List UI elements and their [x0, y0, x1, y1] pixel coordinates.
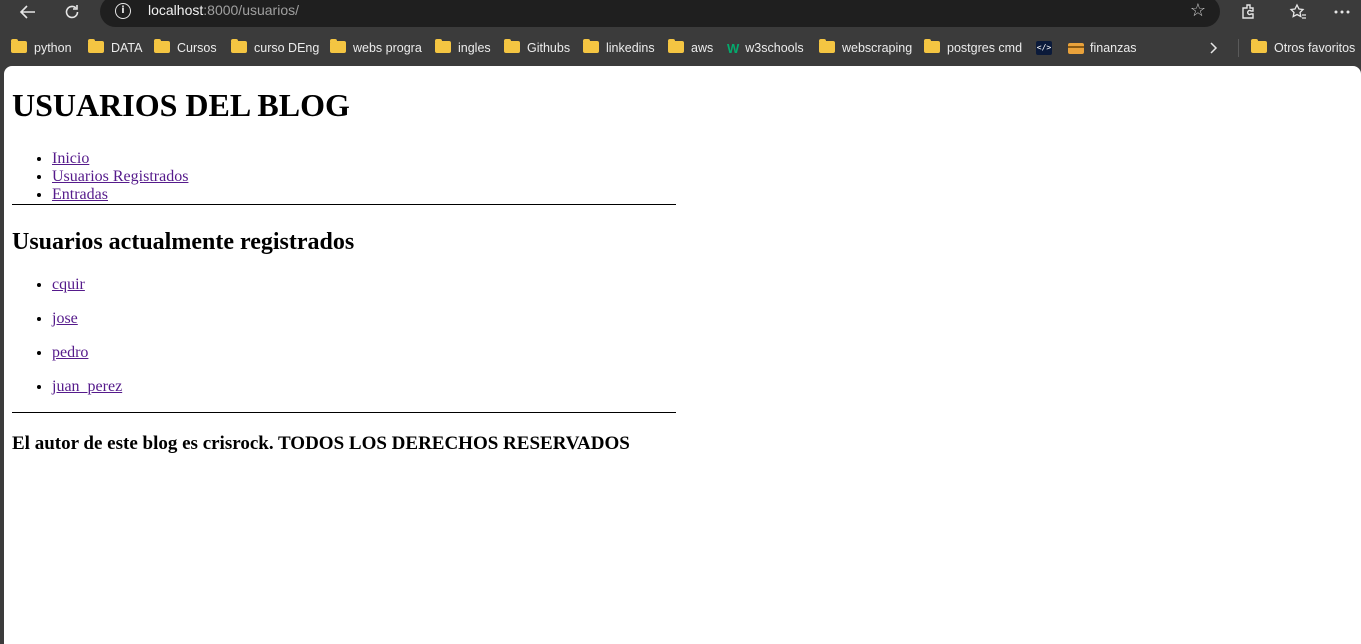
folder-icon: [435, 39, 451, 53]
bookmark-label: finanzas: [1090, 41, 1137, 55]
bookmark-label: aws: [691, 41, 714, 55]
bookmark-label: webs progra: [353, 41, 422, 55]
nav-link-usuarios-registrados[interactable]: Usuarios Registrados: [52, 168, 188, 185]
bookmarks-divider: [1238, 39, 1239, 57]
favorite-star-icon[interactable]: ☆: [1190, 0, 1206, 21]
url-path: :8000/usuarios/: [203, 2, 299, 18]
section-title: Usuarios actualmente registrados: [12, 229, 355, 255]
nav-list: Inicio Usuarios Registrados Entradas: [12, 150, 1353, 204]
site-info-icon[interactable]: i: [115, 3, 131, 19]
footer-text: El autor de este blog es crisrock. TODOS…: [12, 433, 630, 454]
divider: [12, 204, 676, 205]
code-icon: </>: [1036, 41, 1052, 55]
user-list: cquir jose pedro juan_perez: [12, 276, 1353, 396]
folder-icon: [924, 39, 940, 53]
bookmark-label: Cursos: [177, 41, 217, 55]
bookmark-label: Githubs: [527, 41, 571, 55]
bookmark-webs-progra[interactable]: webs progra: [330, 38, 422, 58]
folder-icon: [231, 39, 247, 53]
bookmark-webscraping[interactable]: webscraping: [819, 38, 912, 58]
user-link[interactable]: jose: [52, 310, 78, 327]
bookmark-linkedins[interactable]: linkedins: [583, 38, 655, 58]
nav-item: Usuarios Registrados: [52, 168, 1353, 186]
nav-item: Inicio: [52, 150, 1353, 168]
bookmark-label: w3schools: [745, 41, 804, 55]
page-viewport: USUARIOS DEL BLOG Inicio Usuarios Regist…: [4, 66, 1361, 644]
bookmark-label: postgres cmd: [947, 41, 1023, 55]
folder-icon: [330, 39, 346, 53]
bookmarks-bar: python DATA Cursos curso DEng webs progr…: [0, 34, 1361, 62]
folder-icon: [819, 39, 835, 53]
bookmark-code[interactable]: </>: [1036, 38, 1052, 58]
list-item: cquir: [52, 276, 1353, 294]
nav-link-inicio[interactable]: Inicio: [52, 150, 89, 167]
nav-item: Entradas: [52, 186, 1353, 204]
folder-icon: [88, 39, 104, 53]
bookmark-postgres-cmd[interactable]: postgres cmd: [924, 38, 1022, 58]
card-icon: [1068, 42, 1084, 54]
bookmark-ingles[interactable]: ingles: [435, 38, 491, 58]
folder-icon: [504, 39, 520, 53]
user-link[interactable]: pedro: [52, 344, 88, 361]
bookmark-finanzas[interactable]: finanzas: [1068, 38, 1137, 58]
bookmarks-overflow-chevron-icon[interactable]: [1208, 38, 1218, 58]
divider: [12, 412, 676, 413]
bookmark-githubs[interactable]: Githubs: [504, 38, 570, 58]
url-host: localhost: [148, 2, 204, 18]
more-menu-icon[interactable]: [1328, 0, 1356, 24]
bookmark-other-favorites[interactable]: Otros favoritos: [1251, 38, 1355, 58]
folder-icon: [11, 39, 27, 53]
user-link[interactable]: cquir: [52, 276, 85, 293]
bookmark-label: python: [34, 41, 72, 55]
bookmark-python[interactable]: python: [11, 38, 72, 58]
folder-icon: [668, 39, 684, 53]
back-arrow-icon[interactable]: [14, 0, 42, 24]
refresh-icon[interactable]: [58, 0, 86, 24]
bookmark-label: linkedins: [606, 41, 655, 55]
bookmark-aws[interactable]: aws: [668, 38, 713, 58]
bookmark-curso-deng[interactable]: curso DEng: [231, 38, 319, 58]
folder-icon: [154, 39, 170, 53]
bookmark-label: Otros favoritos: [1274, 41, 1356, 55]
bookmark-w3schools[interactable]: Ww3schools: [727, 38, 804, 58]
user-link[interactable]: juan_perez: [52, 378, 122, 395]
favorites-icon[interactable]: [1284, 0, 1312, 24]
folder-icon: [583, 39, 599, 53]
address-bar[interactable]: i localhost:8000/usuarios/ ☆: [100, 0, 1220, 27]
browser-toolbar: i localhost:8000/usuarios/ ☆: [0, 0, 1361, 28]
list-item: jose: [52, 310, 1353, 328]
bookmark-label: webscraping: [842, 41, 913, 55]
extensions-icon[interactable]: [1235, 0, 1263, 24]
bookmark-cursos[interactable]: Cursos: [154, 38, 217, 58]
folder-icon: [1251, 39, 1267, 53]
bookmark-label: curso DEng: [254, 41, 320, 55]
url-text[interactable]: localhost:8000/usuarios/: [148, 2, 299, 18]
bookmark-data[interactable]: DATA: [88, 38, 142, 58]
nav-link-entradas[interactable]: Entradas: [52, 186, 108, 203]
bookmark-label: ingles: [458, 41, 491, 55]
w3schools-icon: W: [727, 40, 740, 56]
list-item: pedro: [52, 344, 1353, 362]
list-item: juan_perez: [52, 378, 1353, 396]
page-title: USUARIOS DEL BLOG: [12, 87, 350, 123]
bookmark-label: DATA: [111, 41, 143, 55]
